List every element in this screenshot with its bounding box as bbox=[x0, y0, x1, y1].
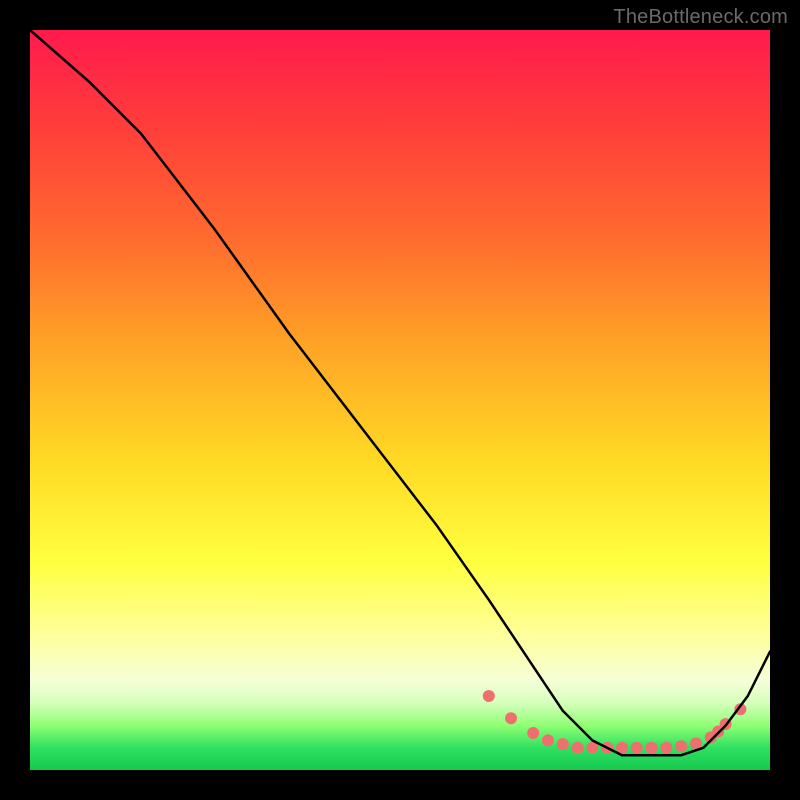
chart-frame: TheBottleneck.com bbox=[0, 0, 800, 800]
marker-dot bbox=[631, 742, 643, 754]
chart-svg bbox=[30, 30, 770, 770]
marker-dot bbox=[542, 734, 554, 746]
curve-line bbox=[30, 30, 770, 755]
marker-dot bbox=[483, 690, 495, 702]
marker-dot bbox=[572, 742, 584, 754]
marker-dot bbox=[660, 742, 672, 754]
plot-area bbox=[30, 30, 770, 770]
marker-dot bbox=[527, 727, 539, 739]
marker-dot bbox=[675, 740, 687, 752]
marker-dot bbox=[557, 738, 569, 750]
marker-dot bbox=[505, 712, 517, 724]
watermark-text: TheBottleneck.com bbox=[613, 6, 788, 29]
marker-dot bbox=[646, 742, 658, 754]
